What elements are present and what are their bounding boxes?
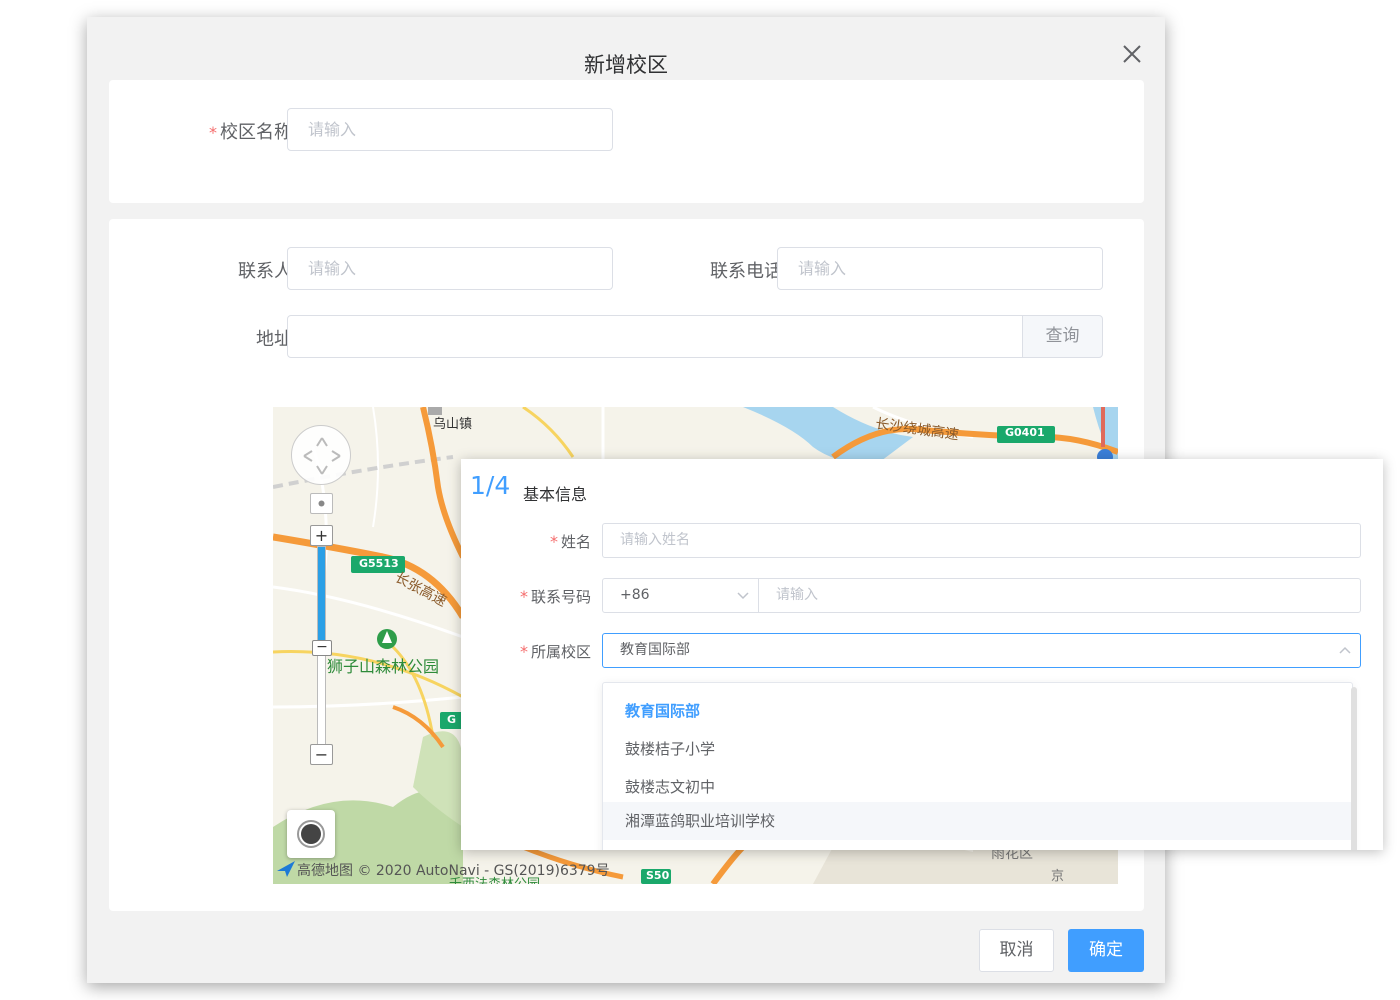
campus-label: * 所属校区 (461, 641, 591, 662)
country-code-value: +86 (620, 587, 650, 603)
zoom-slider-handle[interactable]: − (312, 640, 332, 656)
map-attribution: 高德地图 © 2020 AutoNavi - GS(2019)6379号 (273, 857, 610, 883)
map-attribution-text: 高德地图 © 2020 AutoNavi - GS(2019)6379号 (297, 863, 610, 879)
campus-name-label: * 校区名称 (149, 118, 292, 144)
name-label: * 姓名 (461, 531, 591, 552)
map-label-jing: 京 (1051, 869, 1065, 884)
contact-person-label: 联系人 (238, 261, 292, 282)
map-label-g5513: G5513 (359, 557, 399, 570)
map-label-g0401: G0401 (1005, 426, 1045, 439)
campus-option[interactable]: 湘潭蓝鸽职业培训学校 (603, 802, 1351, 840)
chevron-up-icon (1338, 634, 1352, 680)
phone-label-text: 联系号码 (530, 588, 591, 606)
member-form-popup: 1/4 基本信息 * 姓名 请输入姓名 * 联系号码 +86 请输入 * 所属校区 教… (461, 459, 1383, 850)
required-mark: * (209, 123, 217, 142)
campus-select[interactable]: 教育国际部 (602, 633, 1361, 668)
map-label-g: G (447, 713, 457, 726)
name-input[interactable]: 请输入姓名 (602, 523, 1361, 558)
zoom-out-button[interactable]: − (310, 744, 333, 765)
required-mark: * (519, 642, 528, 661)
reset-view-icon[interactable] (310, 493, 333, 514)
map-label-wushan: 乌山镇 (433, 417, 473, 432)
campus-name-label-text: 校区名称 (220, 122, 292, 143)
campus-name-card: * 校区名称 (109, 80, 1144, 203)
query-button[interactable]: 查询 (1022, 315, 1103, 358)
dialog-title: 新增校区 (584, 53, 668, 77)
zoom-slider-fill (318, 547, 325, 641)
dropdown-scrollbar[interactable] (1351, 687, 1357, 850)
step-title: 基本信息 (523, 485, 588, 504)
address-label: 地址 (256, 329, 292, 350)
name-label-text: 姓名 (560, 533, 591, 551)
contact-phone-input[interactable] (777, 247, 1103, 290)
campus-option[interactable]: 教育国际部 (603, 692, 1351, 730)
required-mark: * (519, 587, 528, 606)
close-icon[interactable] (1119, 41, 1145, 67)
campus-name-input[interactable] (287, 108, 613, 151)
cancel-button[interactable]: 取消 (979, 929, 1054, 972)
campus-select-value: 教育国际部 (620, 642, 690, 658)
campus-option[interactable]: 鼓楼志文初中 (603, 768, 1351, 806)
pan-compass-icon[interactable] (291, 425, 351, 485)
campus-label-text: 所属校区 (530, 643, 591, 661)
phone-input[interactable]: 请输入 (758, 578, 1361, 613)
map-label-s50: S50 (646, 869, 670, 882)
phone-label: * 联系号码 (461, 586, 591, 607)
campus-option[interactable]: 鼓楼桔子小学 (603, 730, 1351, 768)
amap-logo-icon (273, 859, 297, 881)
map-label-park: 狮子山森林公园 (327, 657, 440, 676)
country-code-select[interactable]: +86 (602, 578, 759, 613)
chevron-down-icon (736, 579, 750, 625)
required-mark: * (549, 532, 558, 551)
confirm-button[interactable]: 确定 (1068, 929, 1144, 972)
campus-dropdown: 教育国际部 鼓楼桔子小学 鼓楼志文初中 湘潭蓝鸽职业培训学校 (602, 682, 1357, 850)
contact-person-input[interactable] (287, 247, 613, 290)
address-input[interactable] (287, 315, 1023, 358)
zoom-in-button[interactable]: + (310, 525, 333, 546)
step-indicator: 1/4 (470, 471, 511, 500)
contact-phone-label: 联系电话 (710, 261, 782, 282)
locate-icon[interactable] (287, 810, 335, 858)
